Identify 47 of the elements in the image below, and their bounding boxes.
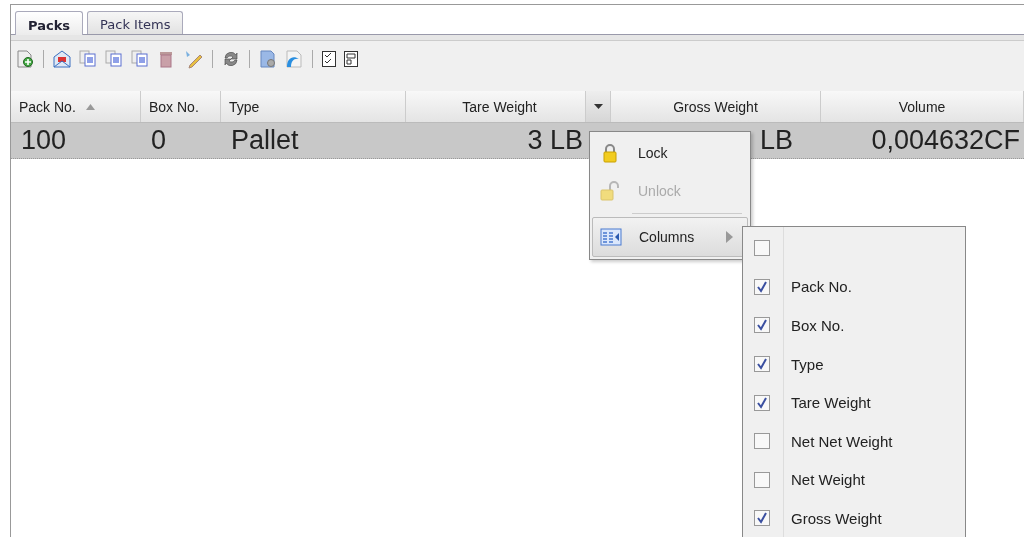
- column-header[interactable]: Volume: [821, 91, 1024, 122]
- menu-item[interactable]: Columns: [592, 217, 748, 257]
- column-option-label[interactable]: Gross Weight: [782, 509, 882, 527]
- column-header[interactable]: Box No.: [141, 91, 221, 122]
- caret-icon: [593, 104, 603, 109]
- checkbox[interactable]: [754, 356, 770, 373]
- envelope-icon[interactable]: [52, 49, 72, 69]
- lock-icon: [602, 143, 618, 163]
- checkbox[interactable]: [754, 394, 770, 411]
- copy-document-icon[interactable]: [104, 49, 124, 69]
- checkbox[interactable]: [754, 471, 770, 488]
- column-menu-button[interactable]: [585, 91, 610, 122]
- new-document-icon[interactable]: [15, 49, 35, 69]
- column-header[interactable]: Pack No.: [11, 91, 141, 122]
- sort-arrow-icon: [85, 103, 95, 110]
- submenu-arrow-icon: [726, 231, 733, 243]
- checkbox[interactable]: [754, 317, 770, 334]
- columns-icon: [600, 228, 622, 246]
- column-option-label[interactable]: Tare Weight: [782, 394, 871, 412]
- table-cell-text: 100: [20, 125, 68, 156]
- table-cell-text: 0: [150, 125, 168, 156]
- table-cell-text: LB: [758, 125, 794, 156]
- tab[interactable]: Pack Items: [87, 11, 184, 34]
- copy-document-icon[interactable]: [130, 49, 150, 69]
- checklist-icon[interactable]: [321, 50, 337, 68]
- column-option-label[interactable]: Net Net Weight: [782, 432, 893, 450]
- copy-document-icon[interactable]: [78, 49, 98, 69]
- document-curve-icon[interactable]: [284, 49, 304, 69]
- column-header[interactable]: Gross Weight: [611, 91, 821, 122]
- tab[interactable]: Packs: [15, 11, 84, 35]
- column-option-label[interactable]: Type: [782, 355, 824, 373]
- checkbox[interactable]: [754, 433, 770, 450]
- form-layout-icon[interactable]: [343, 50, 359, 68]
- column-header[interactable]: Tare Weight: [406, 91, 611, 122]
- column-header[interactable]: Type: [221, 91, 406, 122]
- checkbox[interactable]: [754, 240, 770, 257]
- checkbox[interactable]: [754, 278, 770, 295]
- table-cell-text: 0,004632CF: [870, 125, 1021, 156]
- table-cell-text: 3 LB: [526, 125, 584, 156]
- column-option-label[interactable]: Pack No.: [782, 278, 852, 296]
- column-option-label[interactable]: Box No.: [782, 317, 845, 334]
- table-cell-text: Pallet: [230, 125, 300, 156]
- refresh-icon[interactable]: [221, 49, 241, 69]
- unlocked-lock-icon: [600, 181, 620, 201]
- column-option-label[interactable]: Net Weight: [782, 471, 865, 489]
- checkbox[interactable]: [754, 510, 770, 527]
- document-gear-icon[interactable]: [258, 49, 278, 69]
